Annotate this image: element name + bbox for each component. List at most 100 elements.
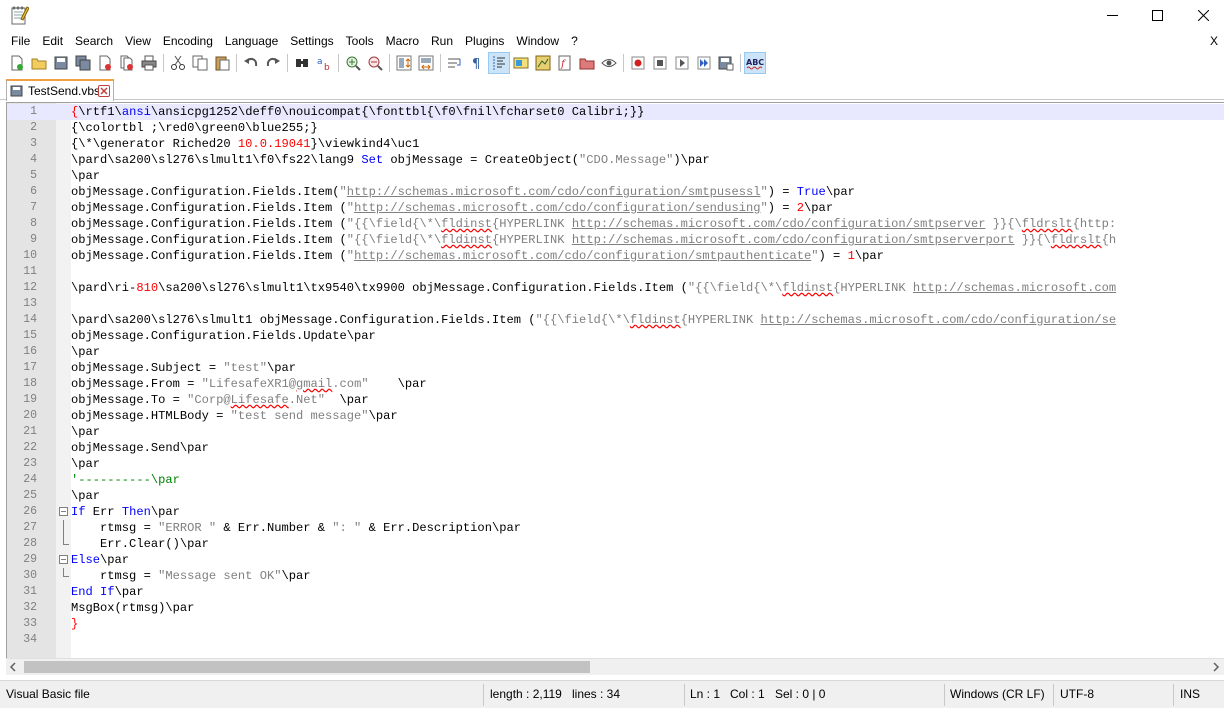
code-line: 29 Else\par	[7, 552, 1224, 568]
zoom-in-button[interactable]	[342, 52, 364, 74]
code-text: objMessage.From = "LifesafeXR1@gmail.com…	[71, 377, 427, 391]
code-line: 27 rtmsg = "ERROR " & Err.Number & ": " …	[7, 520, 1224, 536]
stop-macro-button[interactable]	[649, 52, 671, 74]
play-macro-button[interactable]	[671, 52, 693, 74]
status-eol[interactable]: Windows (CR LF)	[950, 681, 1045, 708]
menu-settings[interactable]: Settings	[284, 31, 339, 51]
toolbar-separator	[623, 54, 624, 72]
close-all-button[interactable]	[116, 52, 138, 74]
cut-button[interactable]	[167, 52, 189, 74]
save-macro-button[interactable]	[715, 52, 737, 74]
zoom-out-button[interactable]	[364, 52, 386, 74]
show-all-characters-button[interactable]: ¶	[466, 52, 488, 74]
record-macro-button[interactable]	[627, 52, 649, 74]
code-text: \pard\ri-810\sa200\sl276\slmult1\tx9540\…	[71, 281, 1117, 295]
tab-close-button[interactable]	[98, 85, 110, 97]
code-line: 3 {\*\generator Riched20 10.0.19041}\view…	[7, 136, 1224, 152]
scroll-right-icon[interactable]	[1211, 662, 1221, 672]
code-text: rtmsg = "ERROR " & Err.Number & ": " & E…	[71, 521, 521, 535]
status-lines: lines : 34	[572, 687, 621, 701]
horizontal-scrollbar[interactable]	[6, 658, 1224, 675]
indent-guide-button[interactable]	[488, 52, 510, 74]
code-text: '----------\par	[71, 473, 180, 487]
monitoring-button[interactable]	[598, 52, 620, 74]
menu-help[interactable]: ?	[565, 31, 584, 51]
code-line: 10 objMessage.Configuration.Fields.Item (…	[7, 248, 1224, 264]
code-text: objMessage.Configuration.Fields.Item ("{…	[71, 217, 1117, 231]
menu-search[interactable]: Search	[69, 31, 119, 51]
replace-button[interactable]: ab	[313, 52, 335, 74]
menu-edit[interactable]: Edit	[36, 31, 69, 51]
svg-text:a: a	[317, 57, 323, 67]
code-text: objMessage.Configuration.Fields.Item("ht…	[71, 185, 855, 199]
print-button[interactable]	[138, 52, 160, 74]
toolbar-separator	[236, 54, 237, 72]
status-encoding[interactable]: UTF-8	[1060, 681, 1094, 708]
new-file-button[interactable]	[6, 52, 28, 74]
menu-file[interactable]: File	[5, 31, 36, 51]
menu-tools[interactable]: Tools	[340, 31, 380, 51]
notepad-app-icon	[11, 6, 29, 25]
line-number: 30	[23, 569, 37, 582]
menu-plugins[interactable]: Plugins	[459, 31, 510, 51]
minimize-icon	[1106, 15, 1118, 16]
save-button[interactable]	[50, 52, 72, 74]
save-all-button[interactable]	[72, 52, 94, 74]
toolbar-separator	[440, 54, 441, 72]
close-file-button[interactable]	[94, 52, 116, 74]
tab-testsend-vbs[interactable]: TestSend.vbs	[6, 79, 114, 101]
code-text: MsgBox(rtmsg)\par	[71, 601, 195, 615]
open-file-button[interactable]	[28, 52, 50, 74]
save-macro-icon	[718, 56, 734, 71]
code-text: If Err Then\par	[71, 505, 180, 519]
spell-check-button[interactable]: ABC	[744, 52, 766, 74]
maximize-button[interactable]	[1134, 0, 1180, 31]
line-number: 19	[23, 393, 37, 406]
fold-toggle-button[interactable]	[59, 507, 68, 516]
scroll-left-icon[interactable]	[8, 662, 18, 672]
line-number: 13	[23, 297, 37, 310]
menu-run[interactable]: Run	[425, 31, 459, 51]
menu-language[interactable]: Language	[219, 31, 284, 51]
run-macro-multiple-button[interactable]	[693, 52, 715, 74]
user-defined-language-button[interactable]	[510, 52, 532, 74]
undo-button[interactable]	[240, 52, 262, 74]
redo-button[interactable]	[262, 52, 284, 74]
file-icon	[10, 85, 23, 97]
menu-encoding[interactable]: Encoding	[157, 31, 219, 51]
line-number: 25	[23, 489, 37, 502]
find-button[interactable]	[291, 52, 313, 74]
eye-icon	[601, 59, 617, 67]
status-file-type: Visual Basic file	[6, 687, 90, 701]
minimize-button[interactable]	[1089, 0, 1135, 31]
code-editor[interactable]: 1 {\rtf1\ansi\ansicpg1252\deff0\nouicompa…	[6, 102, 1224, 658]
line-number: 22	[23, 441, 37, 454]
code-line: 7 objMessage.Configuration.Fields.Item ("…	[7, 200, 1224, 216]
function-list-button[interactable]: f	[554, 52, 576, 74]
folder-as-workspace-button[interactable]	[576, 52, 598, 74]
scrollbar-thumb[interactable]	[24, 661, 590, 673]
status-length: length : 2,119	[490, 687, 562, 701]
menu-bar: File Edit Search View Encoding Language …	[0, 31, 1224, 51]
save-all-icon	[75, 55, 91, 71]
document-map-button[interactable]	[532, 52, 554, 74]
menu-view[interactable]: View	[119, 31, 157, 51]
sync-vertical-button[interactable]	[393, 52, 415, 74]
status-separator	[1173, 684, 1174, 706]
copy-button[interactable]	[189, 52, 211, 74]
close-document-button[interactable]: X	[1207, 31, 1221, 51]
line-number: 9	[30, 233, 37, 246]
line-number: 20	[23, 409, 37, 422]
title-bar	[0, 0, 1224, 31]
fold-toggle-button[interactable]	[59, 555, 68, 564]
code-line: 20 objMessage.HTMLBody = "test send messa…	[7, 408, 1224, 424]
word-wrap-button[interactable]	[444, 52, 466, 74]
paste-button[interactable]	[211, 52, 233, 74]
sync-horizontal-button[interactable]	[415, 52, 437, 74]
menu-macro[interactable]: Macro	[380, 31, 425, 51]
code-line: 8 objMessage.Configuration.Fields.Item ("…	[7, 216, 1224, 232]
code-text: \par	[71, 457, 101, 471]
line-number: 16	[23, 345, 37, 358]
menu-window[interactable]: Window	[510, 31, 565, 51]
close-window-button[interactable]	[1180, 0, 1224, 31]
